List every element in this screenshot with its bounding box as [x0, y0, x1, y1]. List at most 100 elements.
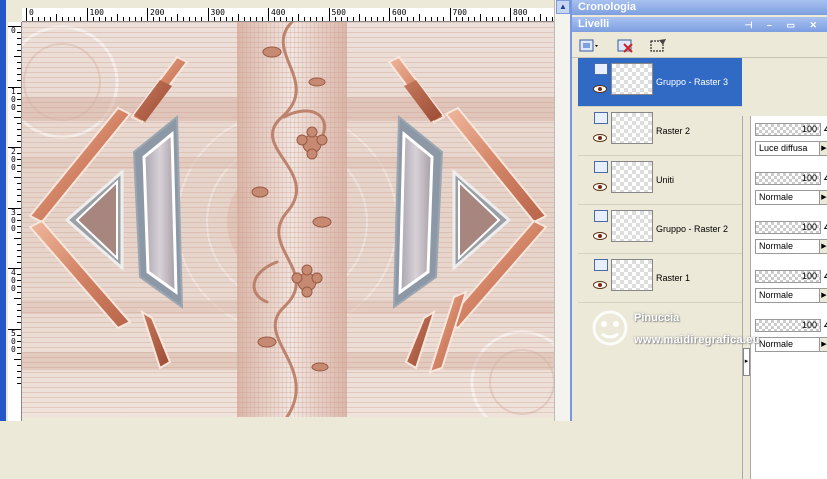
delete-layer-icon[interactable]	[614, 36, 636, 54]
opacity-slider[interactable]: 100	[755, 123, 821, 136]
ruler-minor-tick	[346, 17, 348, 21]
opacity-value: 100	[801, 124, 817, 134]
window-edge	[0, 0, 6, 421]
layer-properties: 100 ∠Normale▶	[753, 214, 827, 263]
ruler-minor-tick	[74, 17, 76, 21]
blend-dropdown-arrow-icon[interactable]: ▶	[819, 337, 827, 352]
ruler-minor-tick	[17, 370, 21, 372]
layer-panel-splitter[interactable]: ▸	[742, 116, 750, 479]
ruler-minor-tick	[17, 134, 21, 136]
ruler-minor-tick	[17, 38, 21, 40]
layer-row[interactable]: Gruppo - Raster 3	[578, 58, 742, 107]
opacity-caret-icon[interactable]: ∠	[823, 172, 827, 183]
layers-panel-titlebar[interactable]: Livelli ⊣ – ▭ ✕	[572, 17, 827, 32]
ruler-minor-tick	[17, 382, 21, 384]
ruler-minor-tick	[17, 231, 21, 233]
visibility-eye-icon[interactable]	[593, 281, 607, 289]
ruler-minor-tick	[17, 110, 21, 112]
blend-mode-select[interactable]: Luce diffusa	[755, 141, 821, 156]
ruler-minor-tick	[62, 17, 64, 21]
layer-type-icon	[594, 259, 608, 271]
opacity-caret-icon[interactable]: ∠	[823, 270, 827, 281]
visibility-eye-icon[interactable]	[593, 183, 607, 191]
ruler-tick-label: 500	[328, 8, 346, 21]
blend-mode-select[interactable]: Normale	[755, 190, 821, 205]
layer-row[interactable]: Uniti	[578, 156, 742, 205]
ruler-minor-tick	[534, 17, 536, 21]
ruler-minor-tick	[195, 17, 197, 21]
ruler-minor-tick	[479, 14, 481, 21]
layer-type-icon	[594, 112, 608, 124]
layer-row[interactable]: Gruppo - Raster 2	[578, 205, 742, 254]
watermark-url: www.maidiregrafica.eu	[634, 334, 760, 346]
ruler-tick-label: 400	[268, 8, 285, 21]
opacity-slider[interactable]: 100	[755, 172, 821, 185]
ruler-minor-tick	[461, 17, 463, 21]
ruler-minor-tick	[467, 17, 469, 21]
mask-icon[interactable]	[646, 36, 668, 54]
ruler-minor-tick	[17, 352, 21, 354]
layers-panel-title: Livelli	[578, 18, 610, 30]
ruler-minor-tick	[14, 237, 21, 239]
ruler-tick-label: 200	[147, 8, 164, 21]
blend-dropdown-arrow-icon[interactable]: ▶	[819, 190, 827, 205]
blend-dropdown-arrow-icon[interactable]: ▶	[819, 288, 827, 303]
ruler-minor-tick	[17, 171, 21, 173]
ruler-minor-tick	[243, 17, 245, 21]
opacity-caret-icon[interactable]: ∠	[823, 123, 827, 134]
ruler-minor-tick	[183, 17, 185, 21]
ruler-tick-label: 0	[8, 26, 21, 35]
ruler-minor-tick	[376, 17, 378, 21]
ruler-minor-tick	[485, 17, 487, 21]
opacity-caret-icon[interactable]: ∠	[823, 221, 827, 232]
opacity-value: 100	[801, 222, 817, 232]
ruler-minor-tick	[14, 177, 21, 179]
ruler-minor-tick	[17, 346, 21, 348]
vertical-scrollbar[interactable]: ▲	[554, 0, 570, 421]
ruler-minor-tick	[249, 17, 251, 21]
ruler-minor-tick	[17, 316, 21, 318]
image-canvas[interactable]	[22, 22, 554, 417]
image-editor-area: 0 100 200 300 400 500 600 700 800 01 0 02 0 03 0…	[0, 0, 570, 421]
layer-row[interactable]: Raster 2	[578, 107, 742, 156]
opacity-caret-icon[interactable]: ∠	[823, 319, 827, 330]
layer-type-icon	[594, 63, 608, 75]
watermark: Pinuccia www.maidiregrafica.eu	[590, 300, 820, 360]
visibility-eye-icon[interactable]	[593, 134, 607, 142]
ruler-minor-tick	[455, 17, 457, 21]
ruler-minor-tick	[274, 17, 276, 21]
canvas-artwork	[22, 22, 554, 417]
panel-window-buttons[interactable]: ⊣ – ▭ ✕	[745, 18, 823, 33]
ruler-minor-tick	[153, 17, 155, 21]
watermark-logo-icon	[592, 310, 628, 346]
blend-dropdown-arrow-icon[interactable]: ▶	[819, 239, 827, 254]
ruler-tick-label: 600	[389, 8, 406, 21]
ruler-minor-tick	[352, 17, 354, 21]
opacity-slider[interactable]: 100	[755, 221, 821, 234]
ruler-minor-tick	[159, 17, 161, 21]
ruler-minor-tick	[17, 165, 21, 167]
layer-thumbnail	[611, 210, 653, 242]
history-panel-titlebar[interactable]: Cronologia	[572, 0, 827, 15]
visibility-eye-icon[interactable]	[593, 232, 607, 240]
blend-mode-select[interactable]: Normale	[755, 239, 821, 254]
layer-name: Gruppo - Raster 3	[656, 77, 729, 87]
ruler-minor-tick	[17, 98, 21, 100]
ruler-minor-tick	[213, 17, 215, 21]
visibility-eye-icon[interactable]	[593, 85, 607, 93]
ruler-minor-tick	[17, 50, 21, 52]
layer-properties-column: 100∠Luce diffusa▶100∠Normale▶100∠Normale…	[750, 116, 827, 479]
watermark-name: Pinuccia	[634, 312, 680, 324]
ruler-minor-tick	[231, 17, 233, 21]
ruler-minor-tick	[497, 17, 499, 21]
layer-row[interactable]: Raster 1	[578, 254, 742, 303]
blend-dropdown-arrow-icon[interactable]: ▶	[819, 141, 827, 156]
ruler-minor-tick	[219, 17, 221, 21]
ruler-minor-tick	[310, 17, 312, 21]
layer-thumbnail	[611, 259, 653, 291]
ruler-minor-tick	[110, 17, 112, 21]
ruler-minor-tick	[171, 17, 173, 21]
new-layer-icon[interactable]	[576, 36, 598, 54]
opacity-slider[interactable]: 100	[755, 270, 821, 283]
scroll-up-icon[interactable]: ▲	[556, 0, 570, 14]
